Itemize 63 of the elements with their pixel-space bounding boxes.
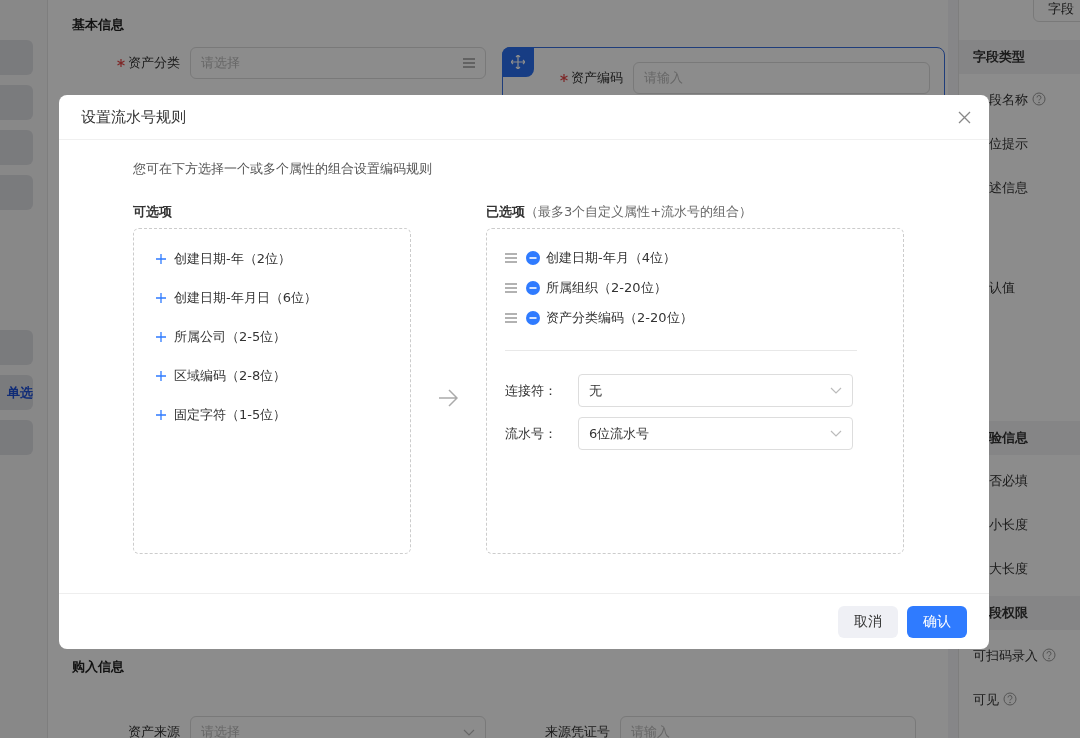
field-label: 段名称 (989, 91, 1028, 109)
field-label: 认值 (989, 279, 1015, 297)
help-icon (1003, 692, 1017, 706)
field-label: 否必填 (989, 472, 1028, 490)
menu-icon (463, 58, 475, 68)
drag-handle[interactable] (502, 47, 534, 77)
panel-tab[interactable]: 字段 (1033, 0, 1080, 22)
dialog-title: 设置流水号规则 (81, 106, 186, 128)
plus-icon (156, 409, 166, 420)
close-icon (958, 111, 971, 125)
minus-icon (526, 251, 540, 265)
field-label: 来源凭证号 (545, 723, 610, 738)
selected-item: 创建日期-年月（4位） (546, 249, 676, 268)
plus-icon (156, 370, 166, 381)
field-label: 小长度 (989, 516, 1028, 534)
section-title: 购入信息 (72, 658, 125, 676)
confirm-button[interactable]: 确认 (907, 605, 967, 638)
section-header: 字段类型 (959, 40, 1080, 74)
chevron-down-icon (830, 430, 842, 437)
cancel-button[interactable]: 取消 (838, 605, 898, 638)
help-icon (1032, 92, 1046, 106)
option-item[interactable]: 创建日期-年月日（6位） (156, 278, 410, 317)
select-field[interactable]: 无 (578, 374, 853, 407)
minus-icon (526, 311, 540, 325)
description-text: 您可在下方选择一个或多个属性的组合设置编码规则 (133, 160, 433, 178)
chevron-down-icon (830, 387, 842, 394)
field-label: 大长度 (989, 560, 1028, 578)
remove-button[interactable] (526, 311, 540, 325)
minus-icon (526, 281, 540, 295)
column-title: 已选项 (486, 204, 525, 219)
arrow-right-icon (439, 389, 458, 407)
field-label: 资产分类 (128, 54, 180, 73)
setting-label: 连接符： (505, 381, 558, 400)
selected-item: 所属组织（2-20位） (546, 279, 667, 298)
field-label: 资产来源 (128, 723, 180, 738)
selected-item: 资产分类编码（2-20位） (546, 309, 693, 328)
column-note: （最多3个自定义属性+流水号的组合） (525, 204, 753, 219)
option-item[interactable]: 固定字符（1-5位） (156, 395, 410, 434)
setting-label: 流水号： (505, 424, 558, 443)
drag-handle-icon (505, 283, 517, 293)
chevron-down-icon (463, 728, 475, 736)
field-label: 可见 (973, 691, 999, 709)
remove-button[interactable] (526, 281, 540, 295)
required-icon (560, 74, 568, 82)
section-title: 基本信息 (72, 16, 125, 34)
option-item[interactable]: 所属公司（2-5位） (156, 317, 410, 356)
field-label: 可扫码录入 (973, 647, 1038, 665)
option-item[interactable]: 创建日期-年（2位） (156, 239, 410, 278)
help-icon (1042, 648, 1056, 662)
drag-handle-icon (505, 253, 517, 263)
plus-icon (156, 253, 166, 264)
drag-handle-icon (505, 313, 517, 323)
remove-button[interactable] (526, 251, 540, 265)
plus-icon (156, 331, 166, 342)
required-icon (117, 59, 125, 67)
field-label: 资产编码 (571, 69, 623, 88)
select-field[interactable]: 6位流水号 (578, 417, 853, 450)
plus-icon (156, 292, 166, 303)
move-icon (511, 55, 525, 69)
column-title: 可选项 (133, 203, 173, 221)
field-label: 位提示 (989, 135, 1028, 153)
field-label: 述信息 (989, 179, 1028, 197)
option-item[interactable]: 区域编码（2-8位） (156, 356, 410, 395)
